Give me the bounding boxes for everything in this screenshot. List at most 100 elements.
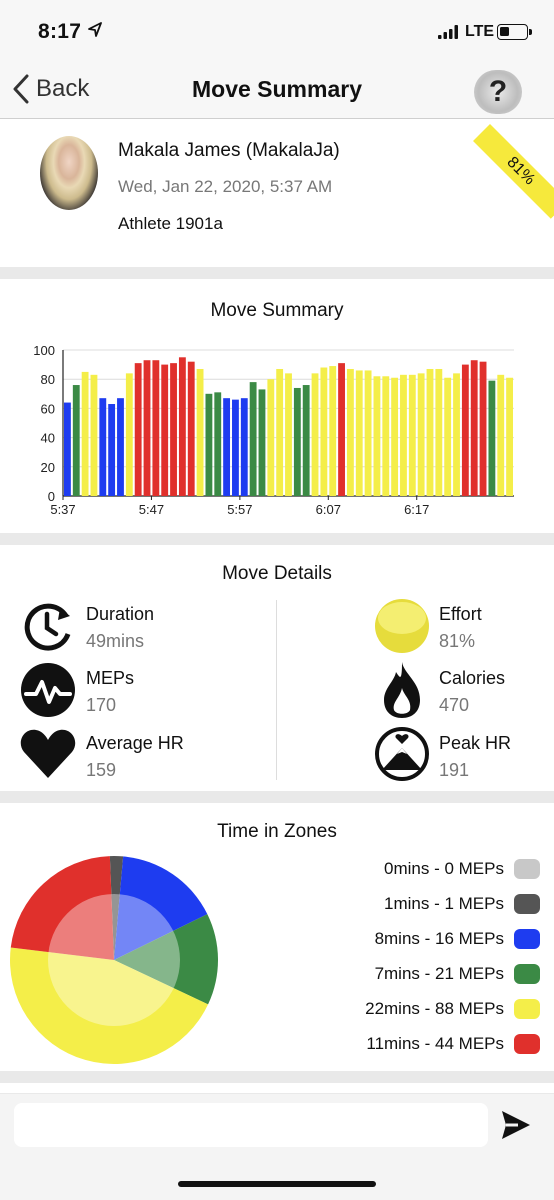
x-tick-label: 6:17 [404, 502, 429, 517]
chart-bar [364, 370, 372, 496]
chart-bar [170, 363, 177, 496]
chart-bar [444, 377, 452, 496]
chart-bar [453, 373, 460, 496]
chart-bar [196, 368, 204, 496]
chart-bar [81, 371, 89, 496]
zone-legend-label: 0mins - 0 MEPs [384, 859, 504, 878]
chart-bar [479, 361, 487, 496]
average-hr-value: 159 [86, 760, 117, 780]
average-hr-stat: Average HR 159 [86, 733, 184, 781]
chart-bar [178, 357, 186, 496]
duration-label: Duration [86, 604, 155, 624]
chart-bar [373, 376, 381, 496]
zone-legend-blue: 8mins - 16 MEPs [375, 929, 540, 949]
peak-hr-stat: Peak HR 191 [439, 733, 511, 781]
meps-stat: MEPs 170 [86, 668, 134, 716]
chart-bar [435, 368, 443, 496]
chart-bar [400, 374, 407, 496]
zone-legend-green: 7mins - 21 MEPs [375, 964, 540, 984]
chart-bar [408, 374, 416, 496]
chart-bar [417, 373, 425, 496]
zone-legend-label: 1mins - 1 MEPs [384, 894, 504, 913]
average-hr-label: Average HR [86, 733, 184, 753]
chart-bar [311, 373, 319, 496]
chart-bar [426, 368, 434, 496]
chart-bar [285, 373, 292, 496]
chart-bar [99, 398, 107, 496]
signal-bars-icon [438, 25, 458, 39]
heartbeat-pulse-icon [21, 663, 75, 717]
battery-icon [497, 24, 528, 40]
next-card-edge [0, 1083, 554, 1093]
zones-title: Time in Zones [217, 821, 337, 842]
chart-bar [90, 374, 98, 496]
calories-stat: Calories 470 [439, 668, 505, 716]
y-tick-label: 60 [41, 401, 55, 416]
effort-circle-icon [375, 599, 429, 653]
help-label: ? [488, 75, 508, 108]
x-tick-label: 5:57 [227, 502, 252, 517]
duration-value: 49mins [86, 631, 145, 651]
avatar [40, 136, 98, 210]
battery-tip [529, 29, 532, 35]
zone-legend-yellow: 22mins - 88 MEPs [365, 999, 540, 1019]
chart-bar [302, 385, 310, 496]
chart-bar [391, 377, 399, 496]
details-divider [276, 600, 277, 780]
zone-swatch [514, 1034, 540, 1054]
chart-bar [72, 385, 80, 496]
y-tick-label: 100 [33, 343, 55, 358]
chart-bar [240, 398, 248, 496]
athlete-id: Athlete 1901a [118, 214, 223, 233]
chart-bar [214, 392, 222, 496]
back-button[interactable]: Back [12, 72, 89, 106]
chart-bar [355, 370, 363, 496]
location-arrow-icon [88, 22, 102, 37]
chart-bar [64, 402, 71, 496]
effort-label: Effort [439, 604, 482, 624]
message-input[interactable] [14, 1103, 488, 1147]
duration-stat: Duration 49mins [86, 604, 154, 652]
home-indicator [178, 1181, 376, 1187]
chart-bar [470, 360, 478, 496]
effort-value: 81% [439, 631, 476, 651]
heart-icon [20, 729, 76, 778]
y-tick-label: 40 [41, 431, 55, 446]
pie-inner-highlight [48, 894, 180, 1026]
carrier-label: LTE [465, 23, 495, 40]
chart-bar [161, 364, 169, 496]
chart-bar [506, 377, 513, 496]
back-label: Back [36, 75, 90, 102]
chart-bar [320, 367, 328, 496]
zone-legend-label: 22mins - 88 MEPs [365, 999, 504, 1018]
zone-legend-label: 7mins - 21 MEPs [374, 964, 504, 983]
zone-swatch [514, 999, 540, 1019]
chart-bar [346, 368, 354, 496]
help-button[interactable]: ? [474, 70, 522, 114]
chart-bar [205, 393, 213, 496]
stopwatch-icon [24, 603, 71, 651]
zone-swatch [514, 929, 540, 949]
zone-swatch [514, 894, 540, 914]
chevron-left-icon [13, 74, 29, 104]
chart-bar [293, 387, 301, 496]
chart-bar [232, 399, 239, 496]
time-in-zones-pie [10, 856, 218, 1064]
mountain-peak-icon [375, 727, 429, 781]
status-time: 8:17 [38, 20, 82, 43]
chart-bar [117, 398, 124, 496]
chart-bar [249, 382, 257, 496]
y-tick-label: 20 [41, 460, 55, 475]
athlete-name: Makala James (MakalaJa) [118, 140, 340, 161]
chart-bar [276, 368, 284, 496]
meps-label: MEPs [86, 668, 135, 688]
meps-value: 170 [86, 695, 117, 715]
chart-bar [108, 404, 116, 496]
peak-hr-label: Peak HR [439, 733, 512, 753]
details-title: Move Details [222, 563, 332, 584]
chart-bar [461, 364, 469, 496]
chart-bar [329, 366, 337, 496]
chart-bar [134, 363, 142, 496]
effort-stat: Effort 81% [439, 604, 482, 652]
send-arrow-icon[interactable] [500, 1108, 532, 1142]
